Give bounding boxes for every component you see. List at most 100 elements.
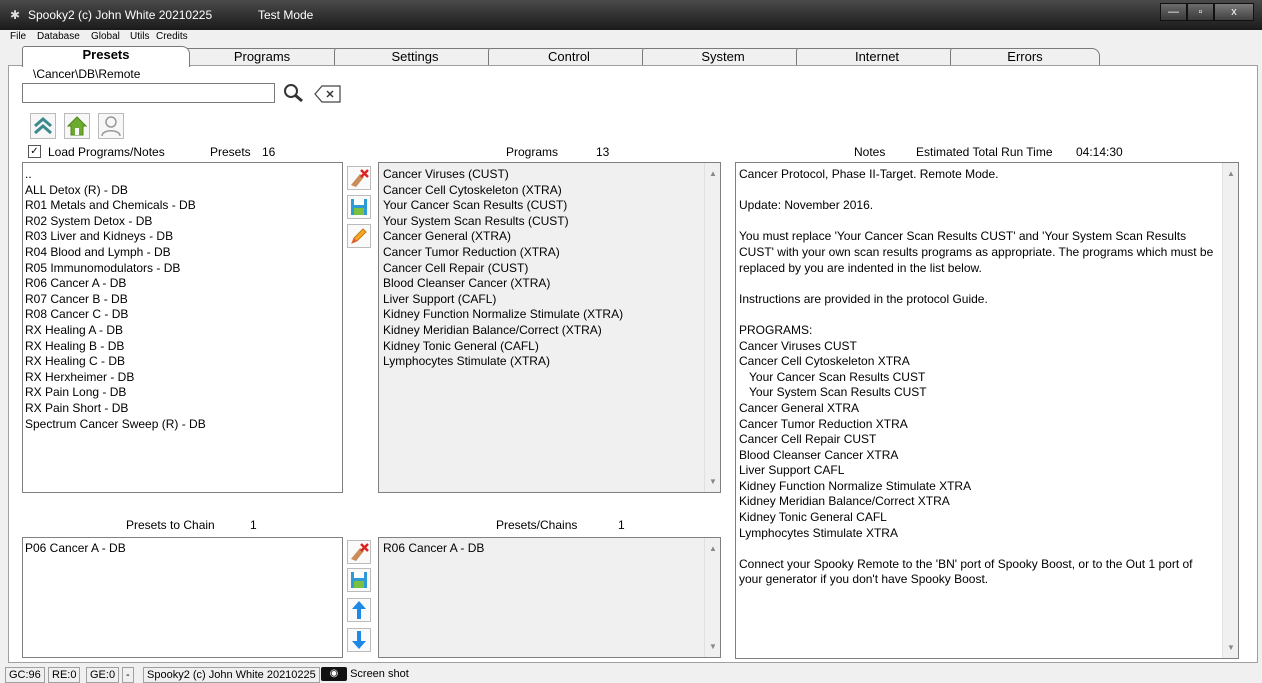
tab-errors[interactable]: Errors xyxy=(950,48,1100,66)
list-item[interactable]: Kidney Tonic General (CAFL) xyxy=(381,339,718,355)
presets-chains-label: Presets/Chains xyxy=(496,518,578,532)
list-item[interactable]: P06 Cancer A - DB xyxy=(25,541,340,557)
tab-settings[interactable]: Settings xyxy=(334,48,496,66)
menu-credits[interactable]: Credits xyxy=(156,31,188,42)
tab-system[interactable]: System xyxy=(642,48,804,66)
load-programs-checkbox[interactable]: ✓ xyxy=(28,145,41,158)
tab-bar: Presets Programs Settings Control System… xyxy=(22,46,1102,67)
user-icon[interactable] xyxy=(98,113,124,139)
list-item[interactable]: Cancer Cell Cytoskeleton (XTRA) xyxy=(381,183,718,199)
scroll-up-icon[interactable]: ▲ xyxy=(1223,169,1238,178)
list-item[interactable]: RX Healing A - DB xyxy=(25,323,340,339)
notes-paragraph: Instructions are provided in the protoco… xyxy=(739,291,988,306)
mode-label: Test Mode xyxy=(258,8,314,22)
scroll-up-icon[interactable]: ▲ xyxy=(705,544,720,553)
list-item[interactable]: RX Pain Long - DB xyxy=(25,385,340,401)
notes-programs-heading: PROGRAMS: xyxy=(739,322,813,337)
notes-paragraph: Cancer Protocol, Phase II-Target. Remote… xyxy=(739,167,999,181)
list-item[interactable]: Liver Support (CAFL) xyxy=(381,292,718,308)
home-icon[interactable] xyxy=(64,113,90,139)
list-item[interactable]: Kidney Function Normalize Stimulate (XTR… xyxy=(381,307,718,323)
list-item[interactable]: R06 Cancer A - DB xyxy=(25,276,340,292)
search-icon[interactable] xyxy=(279,82,309,104)
menu-utils[interactable]: Utils xyxy=(130,31,149,42)
programs-list[interactable]: Cancer Viruses (CUST) Cancer Cell Cytosk… xyxy=(378,162,721,493)
list-item[interactable]: RX Pain Short - DB xyxy=(25,401,340,417)
presets-chains-list[interactable]: R06 Cancer A - DB ▲ ▼ xyxy=(378,537,721,658)
menu-bar: File Database Global Utils Credits xyxy=(0,30,1262,44)
list-item[interactable]: .. xyxy=(25,167,340,183)
runtime-label: Estimated Total Run Time xyxy=(916,145,1053,159)
list-item[interactable]: R06 Cancer A - DB xyxy=(381,541,718,557)
save-preset-icon[interactable] xyxy=(347,195,371,219)
scroll-down-icon[interactable]: ▼ xyxy=(1223,643,1238,652)
list-item[interactable]: R08 Cancer C - DB xyxy=(25,307,340,323)
move-up-icon[interactable] xyxy=(347,598,371,622)
chain-list[interactable]: P06 Cancer A - DB xyxy=(22,537,343,658)
list-item[interactable]: Cancer Viruses (CUST) xyxy=(381,167,718,183)
list-item[interactable]: Kidney Meridian Balance/Correct (XTRA) xyxy=(381,323,718,339)
programs-scrollbar[interactable]: ▲ ▼ xyxy=(704,163,720,492)
list-item[interactable]: Your Cancer Scan Results (CUST) xyxy=(381,198,718,214)
screenshot-button[interactable]: ◉ Screen shot xyxy=(321,667,412,683)
list-item[interactable]: Blood Cleanser Cancer (XTRA) xyxy=(381,276,718,292)
list-item[interactable]: R04 Blood and Lymph - DB xyxy=(25,245,340,261)
list-item[interactable]: Cancer General (XTRA) xyxy=(381,229,718,245)
maximize-button[interactable]: ▫ xyxy=(1187,3,1214,21)
tab-internet[interactable]: Internet xyxy=(796,48,958,66)
chain-label: Presets to Chain xyxy=(126,518,215,532)
presets-list[interactable]: .. ALL Detox (R) - DB R01 Metals and Che… xyxy=(22,162,343,493)
notes-scrollbar[interactable]: ▲ ▼ xyxy=(1222,163,1238,658)
minimize-button[interactable]: — xyxy=(1160,3,1187,21)
list-item[interactable]: Cancer Tumor Reduction (XTRA) xyxy=(381,245,718,261)
list-item[interactable]: R02 System Detox - DB xyxy=(25,214,340,230)
notes-program-line: Kidney Meridian Balance/Correct XTRA xyxy=(739,494,950,509)
notes-paragraph: You must replace 'Your Cancer Scan Resul… xyxy=(739,229,1214,275)
menu-global[interactable]: Global xyxy=(91,31,120,42)
tab-control[interactable]: Control xyxy=(488,48,650,66)
close-button[interactable]: x xyxy=(1214,3,1254,21)
title-bar: ✱ Spooky2 (c) John White 20210225 Test M… xyxy=(0,0,1262,30)
status-ge: GE:0 xyxy=(86,667,120,683)
notes-program-line: Kidney Function Normalize Stimulate XTRA xyxy=(739,478,972,493)
status-title: Spooky2 (c) John White 20210225 xyxy=(143,667,320,683)
list-item[interactable]: ALL Detox (R) - DB xyxy=(25,183,340,199)
notes-box[interactable]: Cancer Protocol, Phase II-Target. Remote… xyxy=(735,162,1239,659)
notes-program-line: Liver Support CAFL xyxy=(739,463,845,478)
tab-programs[interactable]: Programs xyxy=(182,48,342,66)
move-down-icon[interactable] xyxy=(347,628,371,652)
search-input[interactable] xyxy=(22,83,275,103)
tab-presets[interactable]: Presets xyxy=(22,46,190,67)
screenshot-label: Screen shot xyxy=(350,668,409,680)
notes-program-line: Your System Scan Results CUST xyxy=(749,385,927,400)
list-item[interactable]: RX Healing B - DB xyxy=(25,339,340,355)
list-item[interactable]: Lymphocytes Stimulate (XTRA) xyxy=(381,354,718,370)
list-item[interactable]: Cancer Cell Repair (CUST) xyxy=(381,261,718,277)
notes-program-line: Cancer General XTRA xyxy=(739,400,860,415)
save-chain-icon[interactable] xyxy=(347,568,371,592)
scroll-up-icon[interactable]: ▲ xyxy=(705,169,720,178)
list-item[interactable]: RX Herxheimer - DB xyxy=(25,370,340,386)
up-folder-icon[interactable] xyxy=(30,113,56,139)
list-item[interactable]: R05 Immunomodulators - DB xyxy=(25,261,340,277)
list-item[interactable]: RX Healing C - DB xyxy=(25,354,340,370)
menu-database[interactable]: Database xyxy=(37,31,80,42)
presets-count: 16 xyxy=(262,145,276,159)
list-item[interactable]: R03 Liver and Kidneys - DB xyxy=(25,229,340,245)
edit-preset-icon[interactable] xyxy=(347,224,371,248)
scroll-down-icon[interactable]: ▼ xyxy=(705,477,720,486)
list-item[interactable]: R07 Cancer B - DB xyxy=(25,292,340,308)
menu-file[interactable]: File xyxy=(10,31,26,42)
scroll-down-icon[interactable]: ▼ xyxy=(705,642,720,651)
notes-program-line: Kidney Tonic General CAFL xyxy=(739,510,887,525)
presets-chains-scrollbar[interactable]: ▲ ▼ xyxy=(704,538,720,657)
list-item[interactable]: Your System Scan Results (CUST) xyxy=(381,214,718,230)
clear-search-icon[interactable] xyxy=(314,85,342,103)
chain-count: 1 xyxy=(250,518,257,532)
list-item[interactable]: Spectrum Cancer Sweep (R) - DB xyxy=(25,417,340,433)
current-path: \Cancer\DB\Remote xyxy=(33,67,141,81)
list-item[interactable]: R01 Metals and Chemicals - DB xyxy=(25,198,340,214)
status-re: RE:0 xyxy=(48,667,81,683)
delete-chain-icon[interactable] xyxy=(347,540,371,564)
delete-preset-icon[interactable] xyxy=(347,166,371,190)
